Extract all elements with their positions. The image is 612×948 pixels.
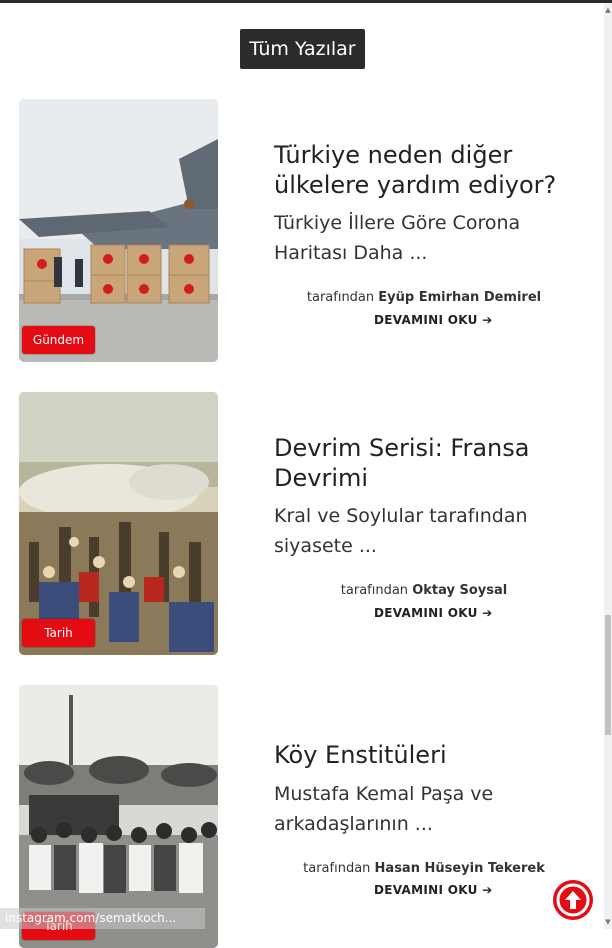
post-author[interactable]: Hasan Hüseyin Tekerek	[375, 861, 545, 876]
post-title[interactable]: Köy Enstitüleri	[274, 740, 574, 770]
post-excerpt: Kral ve Soylular tarafından siyasete ...	[274, 505, 528, 557]
byline-prefix: tarafından	[306, 290, 375, 305]
post-byline: tarafından Eyüp Emirhan Demirel	[274, 290, 574, 305]
post-thumbnail-plane[interactable]: Gündem	[19, 99, 218, 362]
post-thumbnail-revolution[interactable]: Tarih	[19, 392, 218, 655]
category-badge[interactable]: Tarih	[22, 619, 95, 647]
read-more-link[interactable]: DEVAMINI OKU ➔	[374, 313, 493, 327]
post-excerpt: Türkiye İllere Göre Corona Haritası Daha…	[274, 212, 521, 264]
arrow-up-circle-icon	[554, 881, 592, 919]
byline-prefix: tarafından	[303, 861, 371, 876]
post-author[interactable]: Oktay Soysal	[412, 583, 507, 598]
post-byline: tarafından Hasan Hüseyin Tekerek	[274, 861, 574, 876]
post-excerpt: Mustafa Kemal Paşa ve arkadaşlarının ...	[274, 783, 494, 835]
read-more-link[interactable]: DEVAMINI OKU ➔	[374, 883, 493, 897]
read-more-label: DEVAMINI OKU	[374, 883, 478, 897]
read-more-label: DEVAMINI OKU	[374, 606, 478, 620]
read-more-link[interactable]: DEVAMINI OKU ➔	[374, 606, 493, 620]
category-badge[interactable]: Gündem	[22, 326, 95, 354]
read-more-label: DEVAMINI OKU	[374, 313, 478, 327]
image-watermark: instagram.com/sematkoch...	[0, 908, 205, 929]
post-author[interactable]: Eyüp Emirhan Demirel	[378, 290, 541, 305]
section-title: Tüm Yazılar	[240, 29, 365, 69]
arrow-right-icon: ➔	[482, 313, 493, 327]
top-border	[0, 0, 612, 3]
page-scrollbar[interactable]: ▲ ▼	[604, 3, 612, 929]
scroll-to-top-button[interactable]	[553, 880, 593, 920]
scroll-up-arrow-icon[interactable]: ▲	[604, 3, 612, 17]
post-title[interactable]: Türkiye neden diğer ülkelere yardım ediy…	[274, 140, 574, 200]
post-byline: tarafından Oktay Soysal	[274, 583, 574, 598]
scrollbar-thumb[interactable]	[605, 615, 611, 735]
arrow-right-icon: ➔	[482, 606, 493, 620]
scroll-down-arrow-icon[interactable]: ▼	[604, 915, 612, 929]
arrow-right-icon: ➔	[482, 883, 493, 897]
post-title[interactable]: Devrim Serisi: Fransa Devrimi	[274, 433, 574, 493]
byline-prefix: tarafından	[340, 583, 409, 598]
